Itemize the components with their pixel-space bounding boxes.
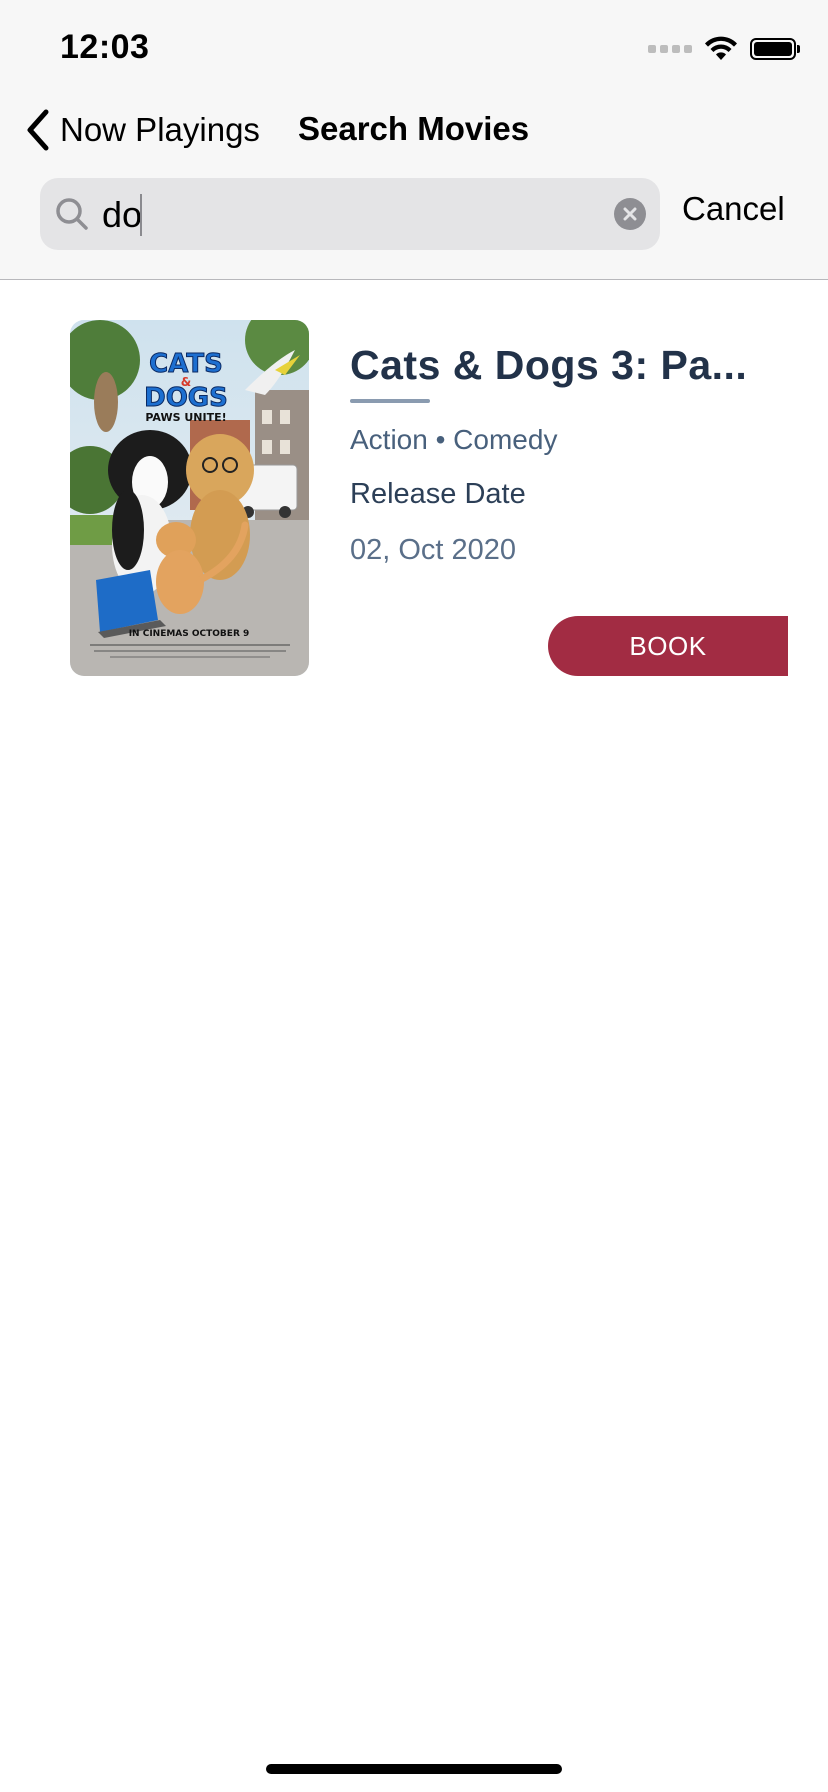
movie-genres: Action • Comedy <box>350 424 558 455</box>
poster-tagline: PAWS UNITE! <box>145 411 226 424</box>
book-button[interactable]: BOOK <box>548 616 788 676</box>
battery-icon <box>750 38 800 60</box>
home-indicator[interactable] <box>266 1764 562 1774</box>
poster-title-line2: DOGS <box>144 383 228 413</box>
poster-image: CATS & DOGS PAWS UNITE! IN CINEMAS OCTOB… <box>70 320 309 676</box>
search-input[interactable] <box>100 184 584 246</box>
search-field[interactable] <box>40 178 660 250</box>
wifi-icon <box>705 36 737 60</box>
clear-search-icon[interactable] <box>614 198 646 230</box>
release-date-label: Release Date <box>350 478 526 510</box>
cellular-signal-icon <box>648 45 692 53</box>
back-button[interactable]: Now Playings <box>22 108 260 152</box>
text-cursor <box>140 194 142 236</box>
status-icons <box>648 36 800 62</box>
search-bar: Cancel <box>40 178 800 250</box>
status-time: 12:03 <box>60 28 150 66</box>
cancel-button[interactable]: Cancel <box>682 190 785 228</box>
poster-release-text: IN CINEMAS OCTOBER 9 <box>129 629 250 639</box>
movie-poster[interactable]: CATS & DOGS PAWS UNITE! IN CINEMAS OCTOB… <box>70 320 309 676</box>
movie-title: Cats & Dogs 3: Pa... <box>350 342 748 388</box>
page-title: Search Movies <box>298 110 530 147</box>
release-date-value: 02, Oct 2020 <box>350 534 517 566</box>
chevron-left-icon <box>27 109 49 151</box>
navigation-bar: Now Playings Search Movies <box>0 100 828 164</box>
header-area: 12:03 Now Playings Search Movies do Canc… <box>0 0 828 280</box>
search-icon <box>56 198 88 230</box>
title-underline <box>350 399 430 403</box>
movie-result-card[interactable]: CATS & DOGS PAWS UNITE! IN CINEMAS OCTOB… <box>70 320 788 676</box>
search-movies-screen: 12:03 Now Playings Search Movies do Canc… <box>0 0 828 1792</box>
back-button-label: Now Playings <box>60 111 260 148</box>
